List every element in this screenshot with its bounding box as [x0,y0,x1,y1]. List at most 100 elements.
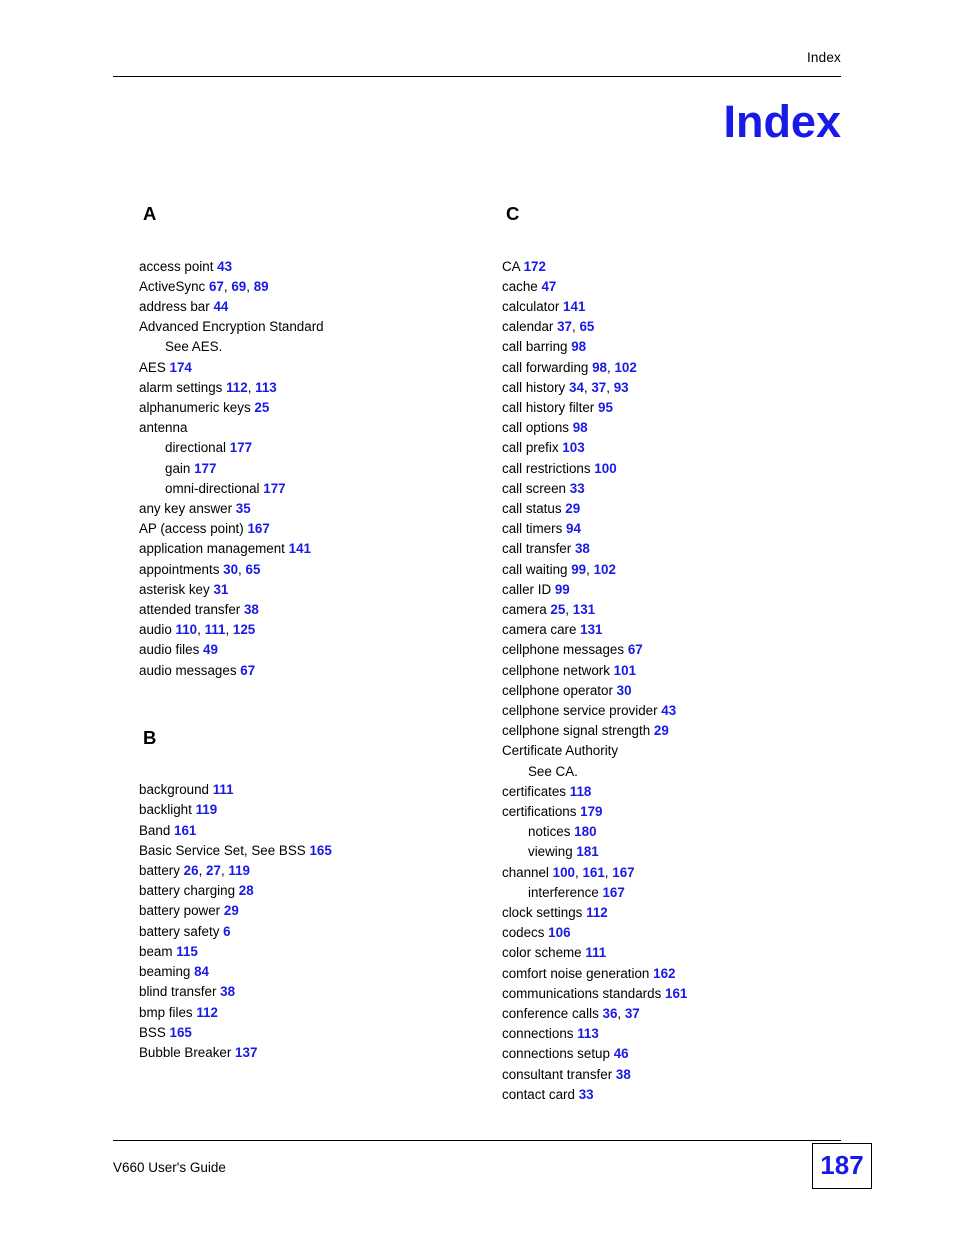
index-page-number[interactable]: 99 [555,582,570,597]
index-page-number[interactable]: 111 [205,622,226,637]
index-page-number[interactable]: 161 [174,823,196,838]
index-page-number[interactable]: 181 [576,844,598,859]
index-page-number[interactable]: 36 [603,1006,618,1021]
index-page-number[interactable]: 111 [213,782,234,797]
index-page-number[interactable]: 106 [548,925,570,940]
index-page-number[interactable]: 161 [582,865,604,880]
index-page-number[interactable]: 26 [184,863,199,878]
index-page-number[interactable]: 98 [573,420,588,435]
index-page-number[interactable]: 84 [194,964,209,979]
index-page-number[interactable]: 172 [524,259,546,274]
index-page-number[interactable]: 37 [591,380,606,395]
index-page-number[interactable]: 33 [579,1087,594,1102]
index-page-number[interactable]: 131 [580,622,602,637]
index-entry-label: battery safety [139,923,220,939]
index-page-number[interactable]: 67 [628,642,643,657]
index-page-number[interactable]: 67 [240,663,255,678]
index-entry: consultant transfer 38 [502,1065,862,1085]
index-page-number[interactable]: 119 [228,863,250,878]
index-page-number[interactable]: 177 [194,461,216,476]
index-page-number[interactable]: 46 [614,1046,629,1061]
index-page-number[interactable]: 137 [235,1045,257,1060]
index-page-number[interactable]: 112 [586,905,608,920]
index-page-number[interactable]: 161 [665,986,687,1001]
index-page-number[interactable]: 98 [571,339,586,354]
index-page-number[interactable]: 47 [541,279,556,294]
index-page-number[interactable]: 38 [220,984,235,999]
index-page-number[interactable]: 112 [226,380,248,395]
index-page-number[interactable]: 34 [569,380,584,395]
index-page-number[interactable]: 165 [309,843,331,858]
index-page-number[interactable]: 37 [557,319,572,334]
index-page-number[interactable]: 100 [594,461,616,476]
index-page-number[interactable]: 167 [612,865,634,880]
index-page-number[interactable]: 115 [176,944,198,959]
index-page-number[interactable]: 118 [570,784,592,799]
index-page-number[interactable]: 180 [574,824,596,839]
index-page-number[interactable]: 25 [254,400,269,415]
index-page-number[interactable]: 100 [553,865,575,880]
index-page-number[interactable]: 177 [263,481,285,496]
index-page-number[interactable]: 113 [255,380,277,395]
index-page-number[interactable]: 110 [176,622,198,637]
index-entry: See AES. [139,337,499,357]
index-page-number[interactable]: 6 [223,924,230,939]
index-page-number[interactable]: 38 [616,1067,631,1082]
index-page-number[interactable]: 131 [573,602,595,617]
index-page-number[interactable]: 67 [209,279,224,294]
index-page-number[interactable]: 37 [625,1006,640,1021]
index-page-number[interactable]: 43 [217,259,232,274]
index-page-number[interactable]: 112 [196,1005,218,1020]
index-page-number[interactable]: 125 [233,622,255,637]
index-page-number[interactable]: 44 [213,299,228,314]
index-entry: audio 110, 111, 125 [139,620,499,640]
index-page-number[interactable]: 167 [602,885,624,900]
index-page-number[interactable]: 29 [654,723,669,738]
index-page-number[interactable]: 29 [224,903,239,918]
index-page-number[interactable]: 179 [580,804,602,819]
index-page-number[interactable]: 95 [598,400,613,415]
index-page-number[interactable]: 31 [213,582,228,597]
index-page-number[interactable]: 25 [550,602,565,617]
index-page-number[interactable]: 113 [577,1026,599,1041]
index-page-number[interactable]: 162 [653,966,675,981]
index-page-number[interactable]: 35 [236,501,251,516]
index-entry-label: call forwarding [502,359,589,375]
index-page-number[interactable]: 89 [254,279,269,294]
index-page-number[interactable]: 65 [579,319,594,334]
header-divider [113,76,841,77]
index-page-number[interactable]: 103 [562,440,584,455]
index-page-number[interactable]: 167 [247,521,269,536]
index-page-number[interactable]: 69 [231,279,246,294]
index-entry: calculator 141 [502,297,862,317]
index-page-separator: , [617,1006,625,1022]
index-page-number[interactable]: 93 [614,380,629,395]
index-page-number[interactable]: 30 [617,683,632,698]
index-page-number[interactable]: 30 [223,562,238,577]
index-page-number[interactable]: 28 [239,883,254,898]
index-page-number[interactable]: 141 [563,299,585,314]
index-page-number[interactable]: 29 [565,501,580,516]
index-entry: AP (access point) 167 [139,519,499,539]
index-page-number[interactable]: 111 [585,945,606,960]
index-page-number[interactable]: 98 [592,360,607,375]
index-page-number[interactable]: 174 [170,360,192,375]
index-page-number[interactable]: 141 [289,541,311,556]
index-entry: audio messages 67 [139,661,499,681]
index-page-number[interactable]: 33 [570,481,585,496]
index-page-number[interactable]: 102 [614,360,636,375]
index-entry: battery safety 6 [139,922,499,942]
index-page-number[interactable]: 94 [566,521,581,536]
index-page-number[interactable]: 43 [661,703,676,718]
index-page-number[interactable]: 38 [575,541,590,556]
index-page-number[interactable]: 102 [594,562,616,577]
index-page-number[interactable]: 99 [571,562,586,577]
index-page-number[interactable]: 49 [203,642,218,657]
index-page-number[interactable]: 27 [206,863,221,878]
index-page-number[interactable]: 177 [230,440,252,455]
index-page-number[interactable]: 65 [246,562,261,577]
index-page-number[interactable]: 38 [244,602,259,617]
index-page-number[interactable]: 165 [170,1025,192,1040]
index-page-number[interactable]: 101 [614,663,636,678]
index-page-number[interactable]: 119 [196,802,218,817]
